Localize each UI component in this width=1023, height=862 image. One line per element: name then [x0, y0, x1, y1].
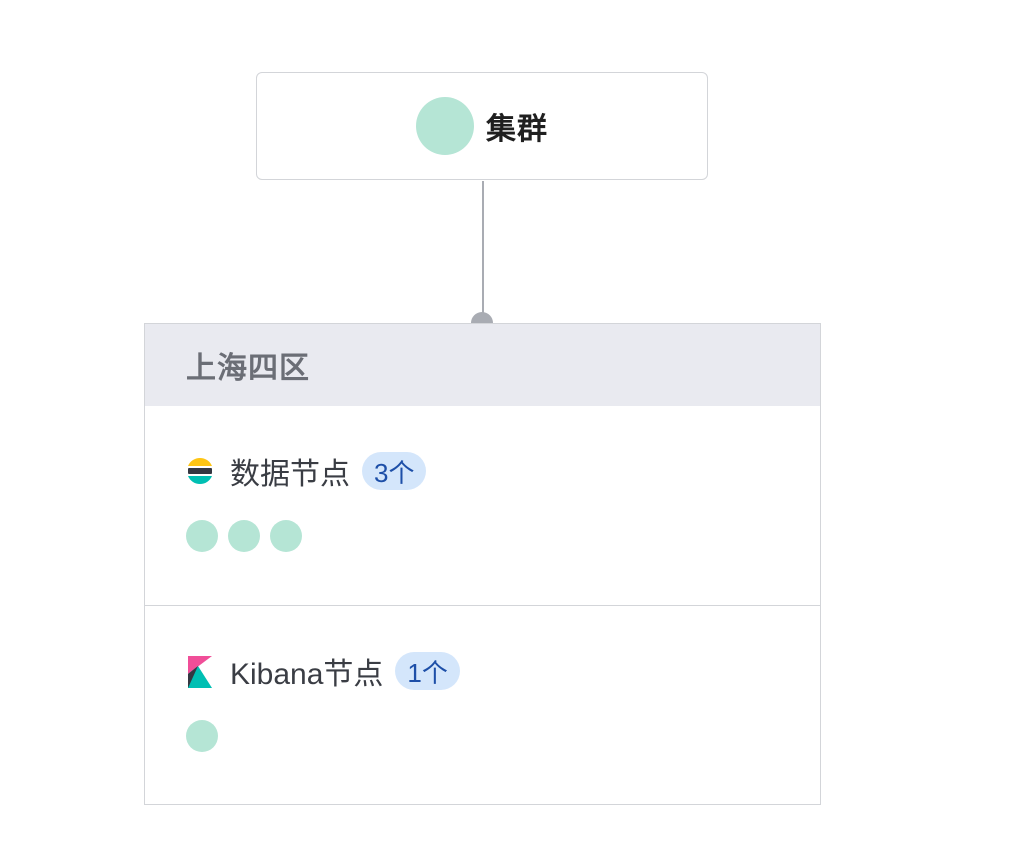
elasticsearch-icon [186, 454, 214, 488]
cluster-title: 集群 [486, 113, 548, 146]
node-group-label: 数据节点 [230, 458, 350, 491]
topology-diagram: 集群 上海四区 数据节点 3个 Kibana节点 1个 [0, 0, 1023, 862]
cluster-node[interactable]: 集群 [256, 72, 708, 180]
instance-dot[interactable] [228, 520, 260, 552]
node-group-head: Kibana节点 1个 [186, 652, 820, 691]
region-title: 上海四区 [186, 352, 310, 385]
instance-dot[interactable] [270, 520, 302, 552]
instance-list [186, 520, 820, 552]
count-badge: 3个 [362, 452, 427, 490]
region-card: 上海四区 数据节点 3个 Kibana节点 1个 [144, 323, 821, 805]
region-header: 上海四区 [145, 324, 820, 406]
node-group-head: 数据节点 3个 [186, 452, 820, 491]
kibana-icon [186, 654, 214, 688]
instance-list [186, 720, 820, 752]
cluster-status-dot [416, 97, 474, 155]
instance-dot[interactable] [186, 520, 218, 552]
count-badge: 1个 [395, 652, 460, 690]
connector-line [482, 181, 484, 315]
node-group-kibana: Kibana节点 1个 [145, 605, 820, 804]
node-group-label: Kibana节点 [230, 658, 384, 691]
instance-dot[interactable] [186, 720, 218, 752]
node-group-data: 数据节点 3个 [145, 406, 820, 605]
